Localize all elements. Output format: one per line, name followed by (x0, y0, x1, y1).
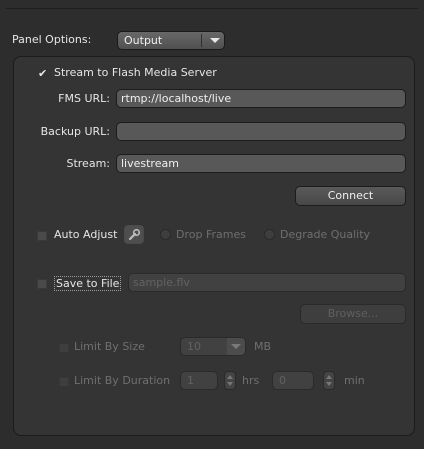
browse-button[interactable]: Browse... (300, 304, 406, 324)
auto-adjust-settings-button[interactable] (124, 225, 144, 244)
hours-unit-label: hrs (242, 374, 260, 387)
stream-label: Stream: (66, 157, 110, 170)
chevron-down-icon (231, 344, 241, 349)
duration-hours-field[interactable]: 1 (180, 371, 218, 390)
save-file-name-field[interactable]: sample.flv (128, 273, 406, 292)
drop-frames-radio[interactable] (160, 229, 171, 240)
limit-by-duration-checkbox[interactable] (59, 377, 69, 387)
degrade-quality-radio[interactable] (264, 229, 275, 240)
panel-options-label: Panel Options: (12, 33, 92, 46)
panel-options-value: Output (124, 34, 163, 47)
limit-size-unit: MB (254, 340, 272, 353)
stepper-up-icon (227, 375, 233, 379)
stream-to-fms-label[interactable]: Stream to Flash Media Server (54, 66, 217, 80)
stepper-down-icon (227, 382, 233, 386)
limit-by-size-label[interactable]: Limit By Size (74, 340, 145, 354)
limit-size-dropdown[interactable]: 10 (180, 337, 246, 356)
backup-url-label: Backup URL: (40, 125, 110, 138)
panel-options-dropdown[interactable]: Output (117, 31, 225, 50)
minutes-unit-label: min (344, 374, 365, 387)
limit-size-value: 10 (187, 340, 201, 353)
stream-checkbox-checkmark-icon[interactable]: ✔ (38, 68, 47, 79)
duration-minutes-field[interactable]: 0 (272, 371, 314, 390)
degrade-quality-label[interactable]: Degrade Quality (280, 228, 370, 242)
auto-adjust-label[interactable]: Auto Adjust (54, 228, 117, 242)
wrench-icon (128, 228, 141, 241)
top-divider (6, 8, 418, 9)
limit-by-size-checkbox[interactable] (59, 343, 69, 353)
connect-button[interactable]: Connect (295, 186, 406, 206)
stepper-up-icon (326, 375, 332, 379)
limit-size-dropdown-button[interactable] (227, 338, 245, 355)
fms-url-field[interactable]: rtmp://localhost/live (116, 89, 406, 108)
hours-stepper[interactable] (224, 371, 236, 390)
backup-url-field[interactable] (116, 122, 406, 141)
auto-adjust-checkbox[interactable] (37, 231, 47, 241)
stepper-down-icon (326, 382, 332, 386)
fms-url-label: FMS URL: (58, 92, 110, 105)
minutes-stepper[interactable] (323, 371, 335, 390)
dropdown-separator (201, 34, 202, 47)
stream-name-field[interactable]: livestream (116, 154, 406, 173)
save-to-file-checkbox[interactable] (37, 279, 47, 289)
save-to-file-label[interactable]: Save to File (54, 276, 122, 291)
drop-frames-label[interactable]: Drop Frames (176, 228, 246, 242)
limit-by-duration-label[interactable]: Limit By Duration (74, 374, 170, 388)
chevron-down-icon (210, 38, 220, 43)
